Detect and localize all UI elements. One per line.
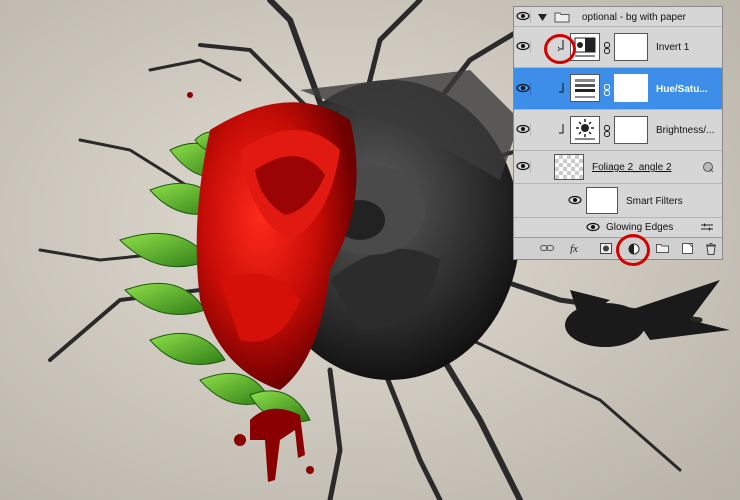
brightness-thumbnail-icon [570,116,600,144]
trash-icon[interactable] [706,243,718,255]
clipping-arrow-icon [558,124,566,139]
layer-row-glowing-edges[interactable]: Glowing Edges [514,218,722,237]
new-layer-icon[interactable] [682,243,694,254]
filter-mask-thumbnail[interactable] [586,187,618,214]
clipping-arrow-icon [558,83,566,98]
chain-link-icon[interactable] [604,84,610,99]
chain-link-icon[interactable] [604,125,610,140]
chain-link-icon[interactable] [604,42,610,57]
layer-name: Invert 1 [656,42,690,53]
layer-group-row[interactable]: optional - bg with paper [514,7,722,27]
visibility-eye-icon[interactable] [516,11,531,23]
layer-mask-thumbnail[interactable] [614,116,648,144]
filter-name: Glowing Edges [606,222,674,233]
layer-mask-thumbnail[interactable] [614,33,648,61]
visibility-eye-icon[interactable] [516,124,531,136]
layer-name: Hue/Satu... [656,84,708,95]
highlight-circle-adjustment [616,234,650,266]
link-icon[interactable] [540,243,554,254]
fx-icon[interactable]: fx [570,243,582,255]
folder-icon [554,11,570,26]
layer-name: Brightness/... [656,125,715,136]
layer-row-smart-filters[interactable]: Smart Filters [514,184,722,218]
layer-row-foliage[interactable]: Foliage 2_angle 2 [514,151,722,184]
layer-row-brightness[interactable]: Brightness/... [514,110,722,151]
visibility-eye-icon[interactable] [568,195,582,207]
visibility-eye-icon[interactable] [516,41,531,53]
group-name: optional - bg with paper [582,12,686,23]
smart-filters-label: Smart Filters [626,196,683,207]
visibility-eye-icon[interactable] [516,83,531,95]
layer-mask-thumbnail[interactable] [614,74,648,102]
hue-saturation-thumbnail-icon [570,74,600,102]
visibility-eye-icon[interactable] [586,222,600,234]
visibility-eye-icon[interactable] [516,161,531,173]
smart-filter-toggle-icon[interactable] [702,161,714,176]
layer-row-hue-saturation[interactable]: Hue/Satu... [514,68,722,110]
expand-triangle-icon[interactable] [538,13,547,24]
blending-options-icon[interactable] [700,222,714,235]
smart-object-thumbnail-icon [554,154,584,180]
mask-icon[interactable] [600,243,612,254]
folder-icon[interactable] [656,243,669,254]
layer-name: Foliage 2_angle 2 [592,162,672,173]
svg-text:fx: fx [570,243,578,254]
highlight-circle-clipping [544,34,576,64]
